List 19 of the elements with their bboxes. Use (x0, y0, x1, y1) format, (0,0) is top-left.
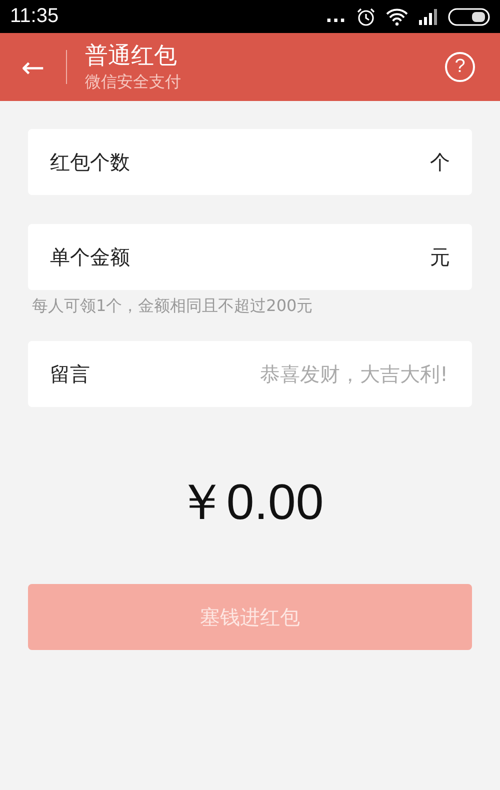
amount-total: ￥0.00 (176, 473, 324, 532)
alarm-clock-icon (356, 6, 376, 26)
page-title: 普通红包 (85, 42, 178, 71)
unit-label: 个 (430, 148, 450, 176)
field-label: 红包个数 (50, 148, 130, 176)
input-field[interactable]: 恭喜发财，大吉大利! (90, 361, 450, 387)
battery-icon (448, 8, 490, 26)
more-indicator: ... (325, 8, 346, 26)
hint-text: 每人可领1个，金额相同且不超过200元 (31, 295, 314, 317)
message-field[interactable]: 留言 恭喜发财，大吉大利! (28, 341, 472, 407)
back-button[interactable]: ← (0, 50, 66, 84)
signal-icon (418, 8, 438, 24)
help-button[interactable]: ? (445, 52, 475, 82)
unit-label: 元 (430, 244, 450, 270)
wifi-icon (386, 8, 408, 26)
clock-time: 11:35 (10, 5, 59, 28)
page-subtitle: 微信安全支付 (85, 71, 182, 93)
field-label: 留言 (50, 360, 90, 388)
field-label: 单个金额 (50, 244, 130, 270)
